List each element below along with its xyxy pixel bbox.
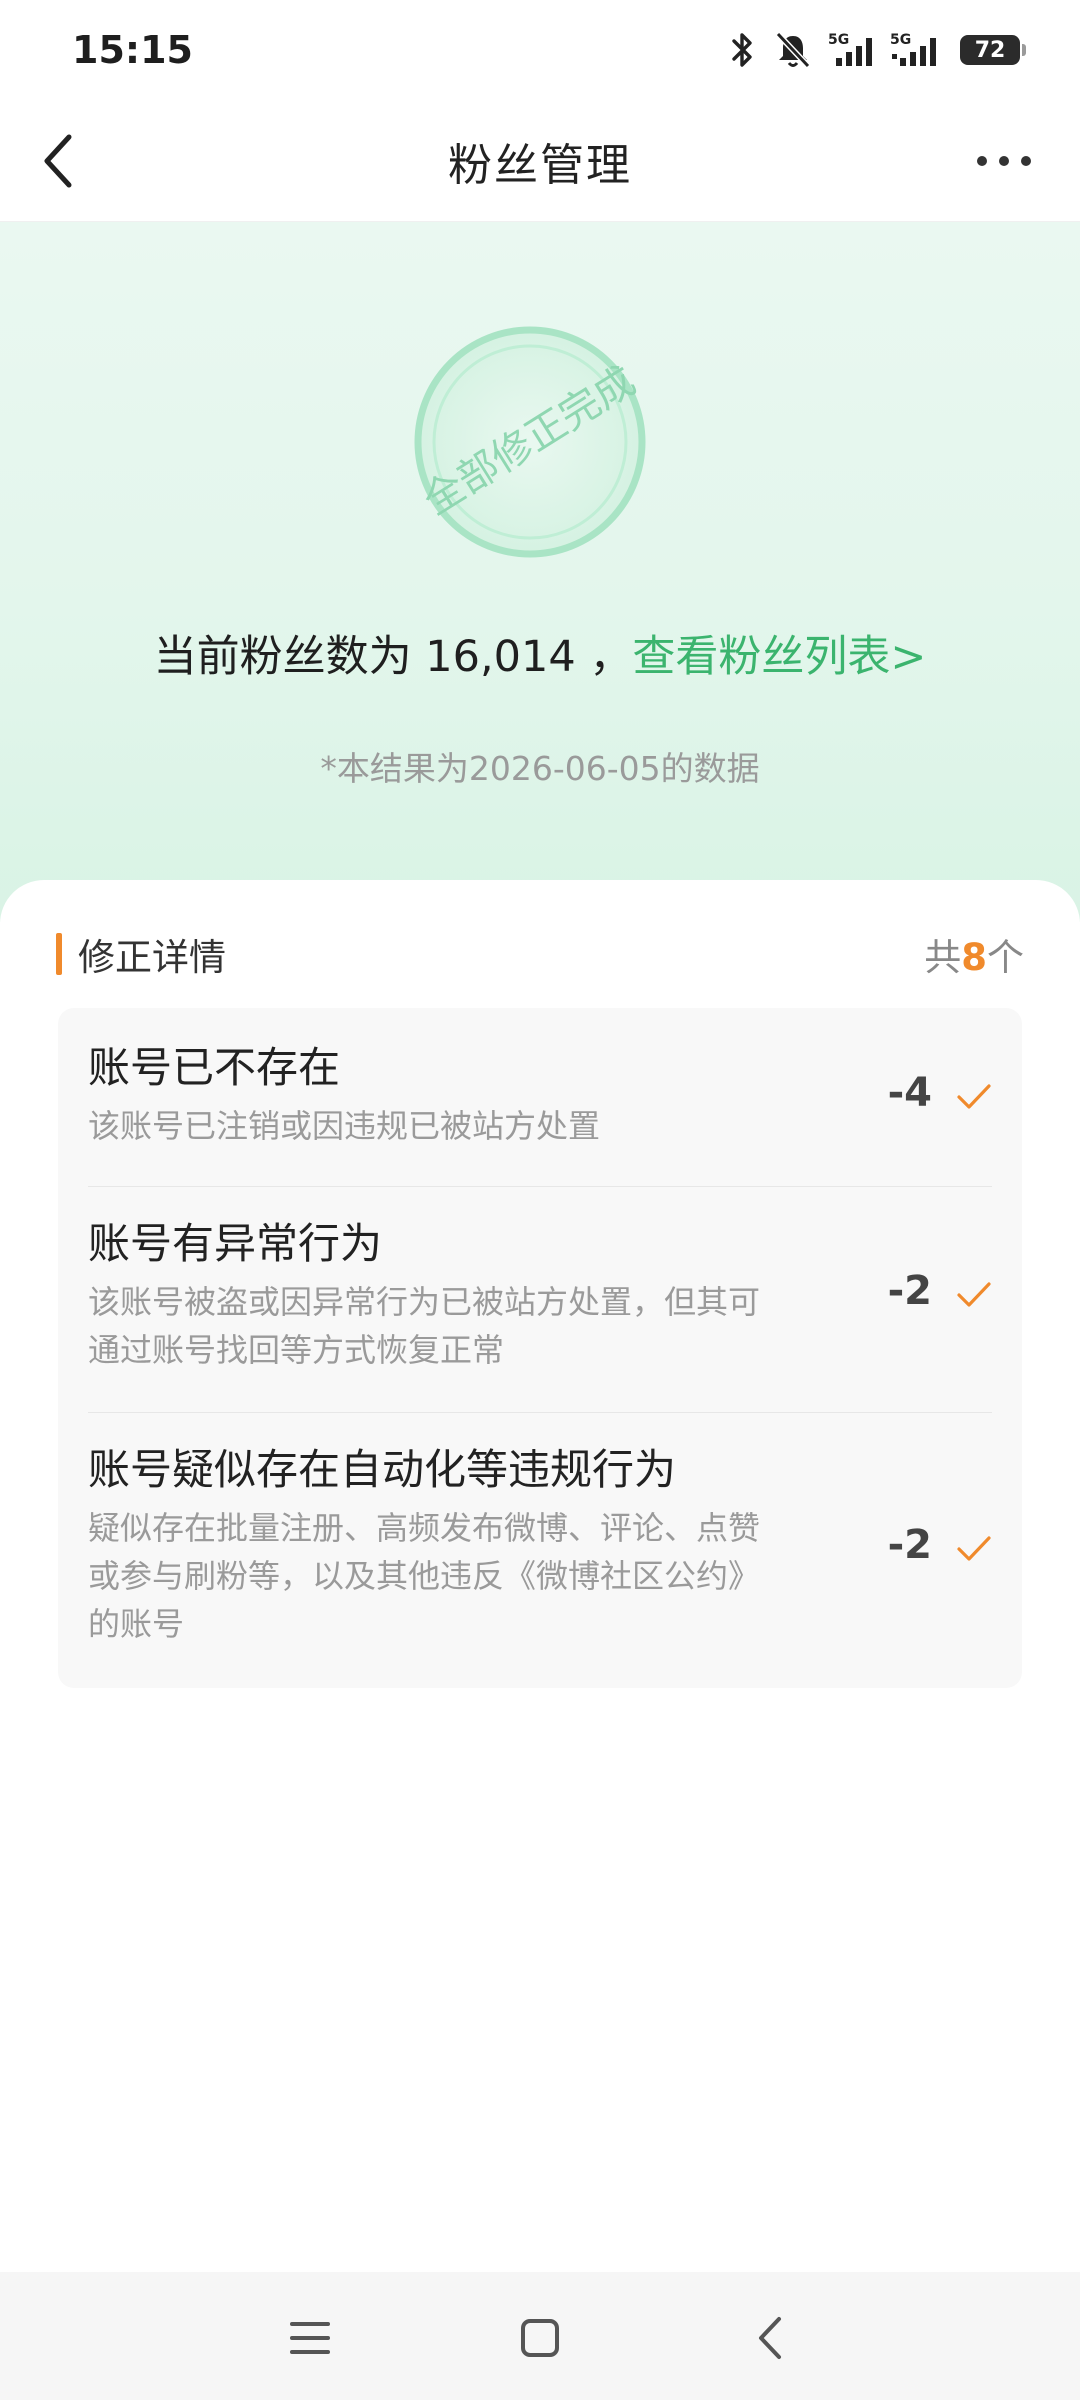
fans-summary-banner: 全部修正完成 当前粉丝数为 16,014 ，查看粉丝列表> *本结果为2026-… [0,222,1080,922]
check-icon [957,1084,991,1109]
item-desc: 该账号已注销或因违规已被站方处置 [88,1107,601,1145]
status-time: 15:15 [72,28,193,72]
more-dot-icon [977,156,987,166]
details-title: 修正详情 [56,927,226,981]
signal-5g-icon-1: 5G [828,32,872,66]
back-button[interactable] [24,126,94,196]
battery-icon: 72 [960,35,1026,65]
item-title: 账号疑似存在自动化等违规行为 [88,1445,677,1494]
home-square-icon [521,2319,559,2357]
menu-icon [290,2322,330,2354]
details-list: 账号已不存在 该账号已注销或因违规已被站方处置 -4 账号有异常行为 该账号被盗… [58,1008,1022,1688]
completed-stamp-icon: 全部修正完成 [414,326,646,558]
check-icon [957,1536,991,1561]
page-title: 粉丝管理 [448,139,632,191]
list-item: 账号已不存在 该账号已注销或因违规已被站方处置 -4 [88,1040,992,1150]
screen: 15:15 5G 5G 72 粉丝管理 全部修正完成 当前粉丝数为 16,014… [0,0,1080,2400]
fans-count-line: 当前粉丝数为 16,014 ，查看粉丝列表> [0,622,1080,684]
list-item: 账号有异常行为 该账号被盗或因异常行为已被站方处置，但其可通过账号找回等方式恢复… [88,1216,992,1374]
fans-count-text: 当前粉丝数为 16,014 ， [153,632,633,682]
status-icons: 5G 5G 72 [728,30,1026,70]
back-arrow-icon [44,134,72,188]
result-date-note: *本结果为2026-06-05的数据 [320,749,760,788]
system-back-button[interactable] [740,2308,800,2368]
check-icon [957,1282,991,1307]
list-item: 账号疑似存在自动化等违规行为 疑似存在批量注册、高频发布微博、评论、点赞或参与刷… [88,1442,992,1648]
svg-text:5G: 5G [890,32,911,48]
recent-apps-button[interactable] [280,2308,340,2368]
details-title-text: 修正详情 [78,936,226,979]
view-fans-list-link[interactable]: 查看粉丝列表> [632,632,926,682]
status-bar: 15:15 5G 5G 72 [0,0,1080,100]
more-options-button[interactable] [964,126,1044,196]
item-value: -2 [887,1268,932,1314]
divider [88,1412,992,1413]
system-nav-bar [0,2272,1080,2400]
count-number: 8 [961,936,987,979]
svg-text:5G: 5G [828,32,849,48]
app-header: 粉丝管理 [0,100,1080,222]
home-button[interactable] [510,2308,570,2368]
item-title: 账号已不存在 [88,1043,341,1092]
bluetooth-icon [732,33,752,67]
item-desc: 该账号被盗或因异常行为已被站方处置，但其可通过账号找回等方式恢复正常 [88,1283,761,1369]
signal-5g-icon-2: 5G [890,32,936,66]
mute-bell-icon [775,31,811,69]
details-header: 修正详情 共8个 [56,926,1024,982]
divider [88,1186,992,1187]
item-desc: 疑似存在批量注册、高频发布微博、评论、点赞或参与刷粉等，以及其他违反《微博社区公… [88,1509,761,1643]
details-count: 共8个 [924,927,1024,981]
item-title: 账号有异常行为 [88,1219,383,1268]
correction-details-card: 修正详情 共8个 账号已不存在 该账号已注销或因违规已被站方处置 -4 账号有异… [0,880,1080,2270]
count-suffix: 个 [987,936,1024,979]
count-prefix: 共 [924,936,962,979]
more-dot-icon [999,156,1009,166]
back-chevron-icon [759,2317,781,2359]
section-accent-bar [56,933,62,975]
item-value: -4 [887,1070,932,1116]
more-dot-icon [1021,156,1031,166]
item-value: -2 [887,1522,932,1568]
